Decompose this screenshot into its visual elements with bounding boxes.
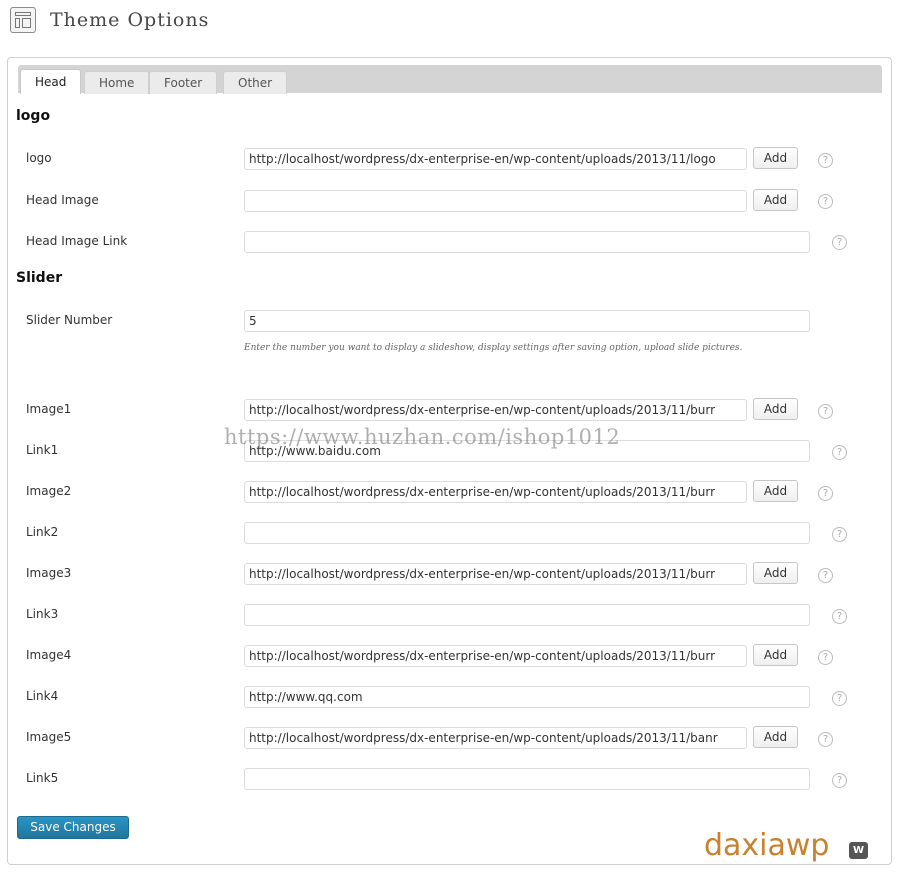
help-icon[interactable]: ?	[832, 235, 847, 250]
image3-input[interactable]: http://localhost/wordpress/dx-enterprise…	[244, 563, 747, 585]
head-image-input[interactable]	[244, 190, 747, 212]
wordpress-logo-icon: W	[849, 842, 868, 859]
tab-head[interactable]: Head	[20, 69, 82, 94]
link3-label: Link3	[26, 607, 59, 621]
image3-add-button[interactable]: Add	[753, 562, 798, 584]
link2-input[interactable]	[244, 522, 810, 544]
link5-label: Link5	[26, 771, 59, 785]
section-title-slider: Slider	[16, 270, 63, 286]
help-icon[interactable]: ?	[818, 568, 833, 583]
help-icon[interactable]: ?	[818, 486, 833, 501]
logo-label: logo	[26, 151, 52, 165]
slider-number-label: Slider Number	[26, 313, 113, 327]
image5-input[interactable]: http://localhost/wordpress/dx-enterprise…	[244, 727, 747, 749]
head-image-label: Head Image	[26, 193, 99, 207]
help-icon[interactable]: ?	[818, 194, 833, 209]
link3-input[interactable]	[244, 604, 810, 626]
help-icon[interactable]: ?	[832, 609, 847, 624]
tab-footer[interactable]: Footer	[149, 71, 218, 94]
head-image-link-input[interactable]	[244, 231, 810, 253]
help-icon[interactable]: ?	[818, 732, 833, 747]
tab-bar: Head Home Footer Other	[18, 65, 882, 94]
image5-label: Image5	[26, 730, 72, 744]
image1-add-button[interactable]: Add	[753, 398, 798, 420]
head-image-link-label: Head Image Link	[26, 234, 128, 248]
help-icon[interactable]: ?	[818, 404, 833, 419]
tab-home[interactable]: Home	[84, 71, 150, 94]
slider-number-description: Enter the number you want to display a s…	[244, 343, 743, 353]
brand-wordmark: daxiawp	[704, 828, 830, 863]
image1-label: Image1	[26, 402, 72, 416]
help-icon[interactable]: ?	[832, 773, 847, 788]
link5-input[interactable]	[244, 768, 810, 790]
page-header: Theme Options	[10, 6, 209, 34]
page-title: Theme Options	[50, 9, 210, 31]
layout-icon	[10, 7, 36, 33]
link1-input[interactable]: http://www.baidu.com	[244, 440, 810, 462]
help-icon[interactable]: ?	[818, 650, 833, 665]
section-title-logo: logo	[16, 108, 51, 124]
help-icon[interactable]: ?	[832, 527, 847, 542]
logo-add-button[interactable]: Add	[753, 147, 798, 169]
tab-other[interactable]: Other	[223, 71, 288, 94]
help-icon[interactable]: ?	[818, 153, 833, 168]
link4-input[interactable]: http://www.qq.com	[244, 686, 810, 708]
help-icon[interactable]: ?	[832, 445, 847, 460]
image3-label: Image3	[26, 566, 72, 580]
image2-label: Image2	[26, 484, 72, 498]
image5-add-button[interactable]: Add	[753, 726, 798, 748]
help-icon[interactable]: ?	[832, 691, 847, 706]
image4-label: Image4	[26, 648, 72, 662]
link4-label: Link4	[26, 689, 59, 703]
logo-input[interactable]: http://localhost/wordpress/dx-enterprise…	[244, 148, 747, 170]
image2-input[interactable]: http://localhost/wordpress/dx-enterprise…	[244, 481, 747, 503]
slider-number-input[interactable]: 5	[244, 310, 810, 332]
image4-input[interactable]: http://localhost/wordpress/dx-enterprise…	[244, 645, 747, 667]
link1-label: Link1	[26, 443, 59, 457]
head-image-add-button[interactable]: Add	[753, 189, 798, 211]
image2-add-button[interactable]: Add	[753, 480, 798, 502]
image4-add-button[interactable]: Add	[753, 644, 798, 666]
image1-input[interactable]: http://localhost/wordpress/dx-enterprise…	[244, 399, 747, 421]
link2-label: Link2	[26, 525, 59, 539]
save-changes-button[interactable]: Save Changes	[17, 816, 129, 839]
